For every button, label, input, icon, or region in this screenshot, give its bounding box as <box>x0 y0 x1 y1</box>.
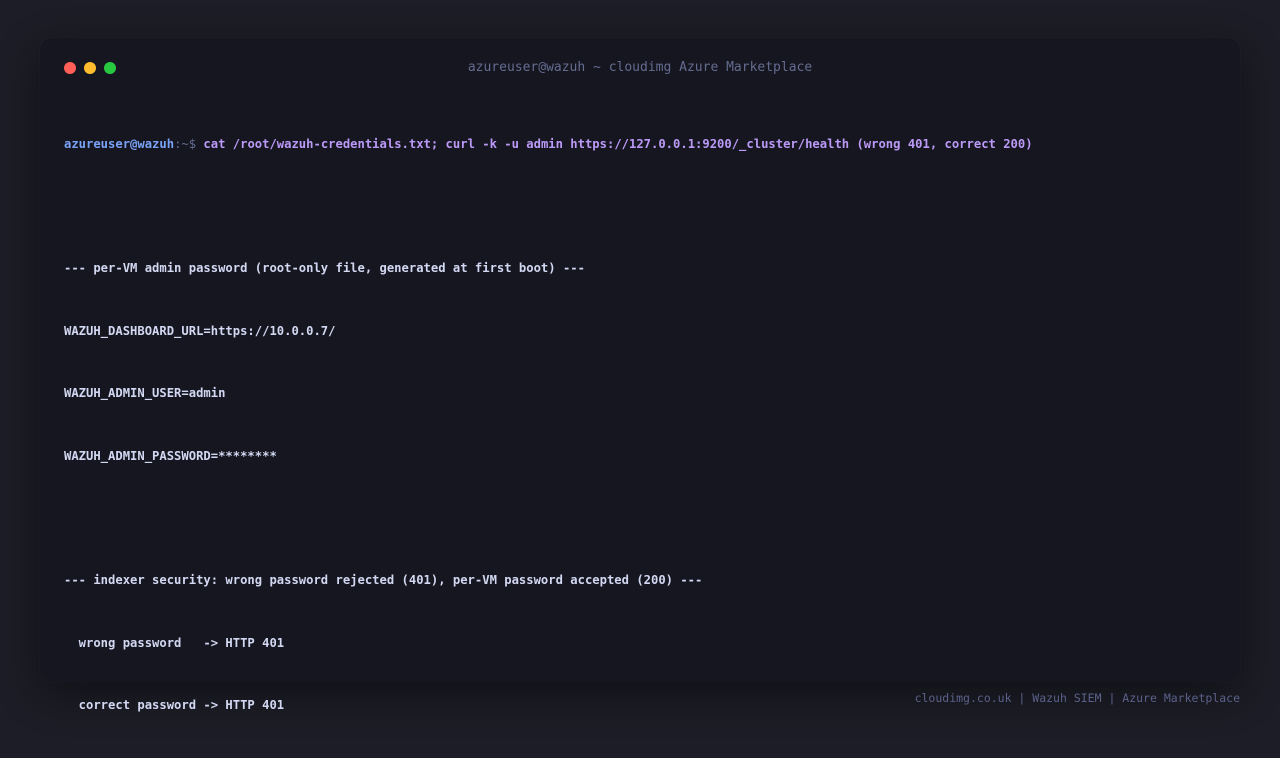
command-line: azureuser@wazuh:~$ cat /root/wazuh-crede… <box>64 134 1216 155</box>
output-line: WAZUH_ADMIN_USER=admin <box>64 386 226 401</box>
output-line: WAZUH_DASHBOARD_URL=https://10.0.0.7/ <box>64 323 336 338</box>
output-line: WAZUH_ADMIN_PASSWORD=******** <box>64 448 277 463</box>
terminal-window[interactable]: azureuser@wazuh ~ cloudimg Azure Marketp… <box>40 38 1240 712</box>
prompt-user-host: azureuser@wazuh <box>64 136 175 151</box>
section-header-credentials: --- per-VM admin password (root-only fil… <box>64 261 585 276</box>
title-bar: azureuser@wazuh ~ cloudimg Azure Marketp… <box>40 38 1240 98</box>
footer-caption: cloudimg.co.uk | Wazuh SIEM | Azure Mark… <box>914 691 1240 705</box>
output-line: wrong password -> HTTP 401 <box>64 635 285 650</box>
section-header-security: --- indexer security: wrong password rej… <box>64 573 703 588</box>
terminal-output[interactable]: azureuser@wazuh:~$ cat /root/wazuh-crede… <box>64 92 1216 758</box>
window-title: azureuser@wazuh ~ cloudimg Azure Marketp… <box>467 60 813 75</box>
command-text: cat /root/wazuh-credentials.txt; curl -k… <box>203 136 1033 151</box>
prompt-path: :~$ <box>174 136 197 151</box>
